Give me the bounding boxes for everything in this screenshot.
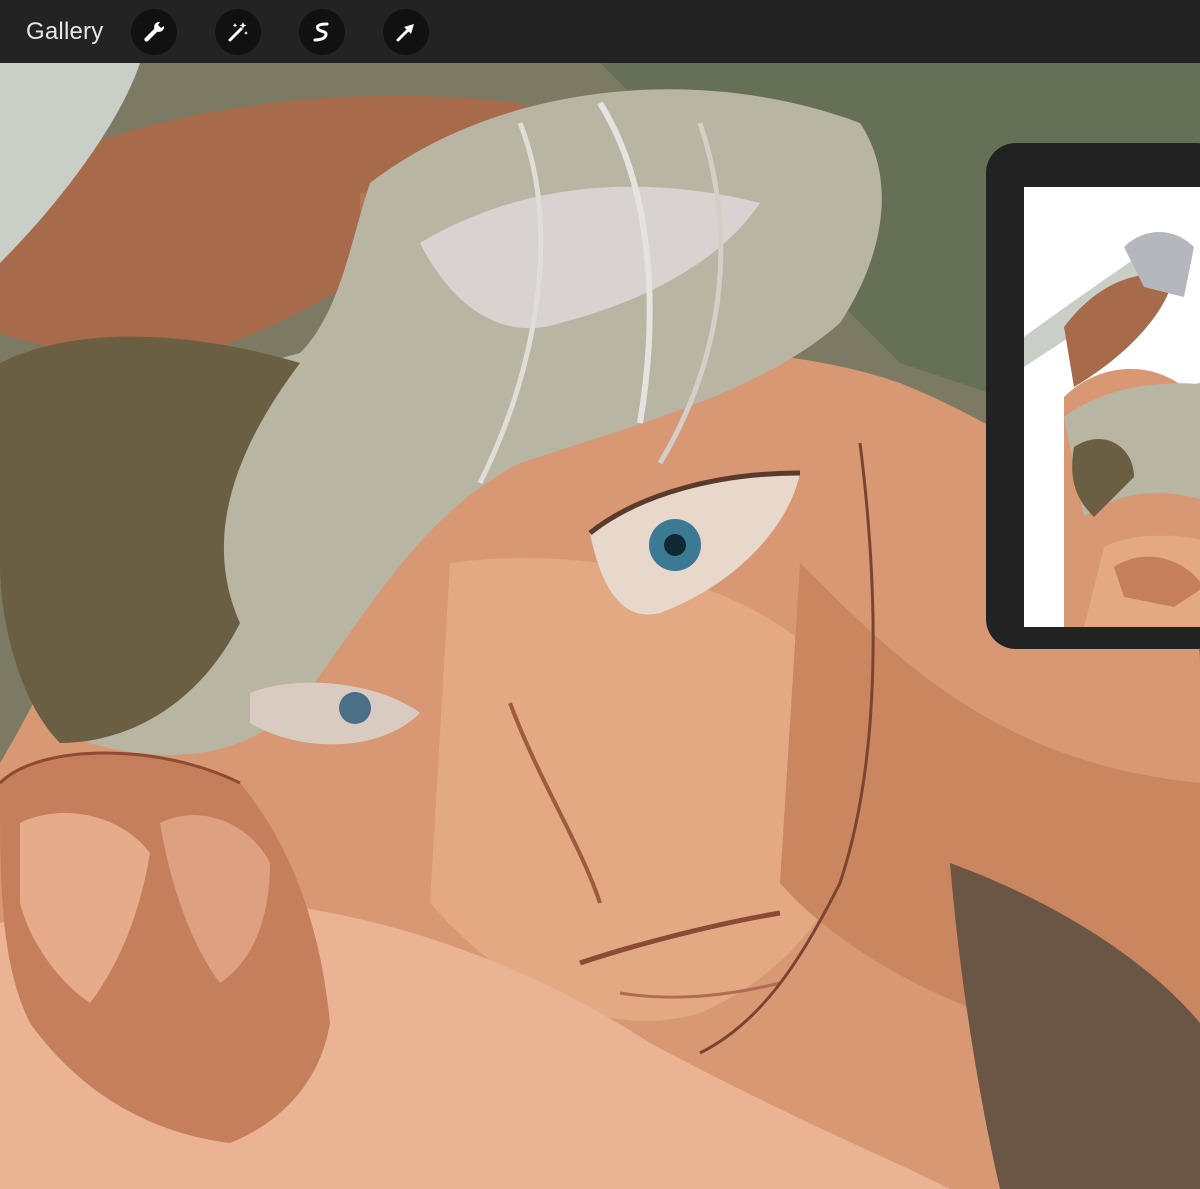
wrench-icon: [141, 19, 167, 45]
reference-thumbnail: [1024, 187, 1200, 627]
selection-button[interactable]: [299, 8, 346, 55]
actions-button[interactable]: [131, 8, 178, 55]
top-toolbar: Gallery: [0, 0, 1200, 63]
selection-s-icon: [309, 19, 335, 45]
drawing-canvas[interactable]: [0, 63, 1200, 1189]
arrow-cursor-icon: [393, 19, 419, 45]
gallery-button[interactable]: Gallery: [26, 18, 103, 46]
transform-button[interactable]: [383, 8, 430, 55]
magic-wand-icon: [225, 19, 251, 45]
adjustments-button[interactable]: [215, 8, 262, 55]
reference-window[interactable]: [986, 143, 1200, 649]
